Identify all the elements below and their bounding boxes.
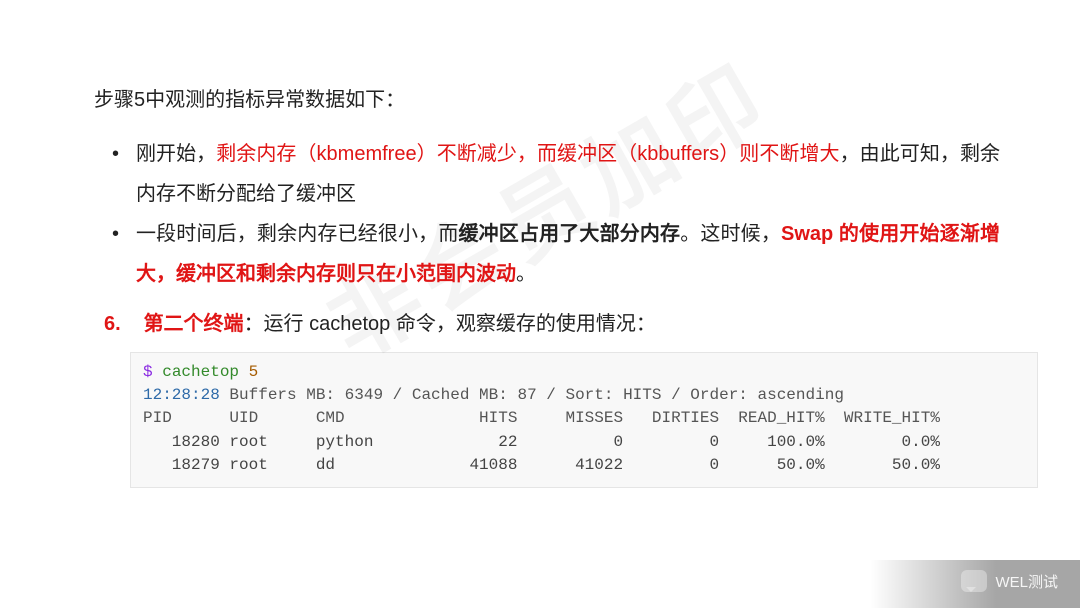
code-statline: Buffers MB: 6349 / Cached MB: 87 / Sort:… bbox=[220, 386, 844, 404]
prompt: $ bbox=[143, 363, 153, 381]
text-run: 剩余内存（kbmemfree）不断减少，而缓冲区（kbbuffers）则不断增大 bbox=[216, 143, 839, 165]
bullet-list: 刚开始，剩余内存（kbmemfree）不断减少，而缓冲区（kbbuffers）则… bbox=[94, 134, 1000, 294]
code-header: PID UID CMD HITS MISSES DIRTIES READ_HIT… bbox=[143, 409, 940, 427]
command-arg: 5 bbox=[249, 363, 259, 381]
code-time: 12:28:28 bbox=[143, 386, 220, 404]
bullet-item: 一段时间后，剩余内存已经很小，而缓冲区占用了大部分内存。这时候，Swap 的使用… bbox=[104, 214, 1000, 294]
step-6-line: 6. 第二个终端：运行 cachetop 命令，观察缓存的使用情况： bbox=[94, 304, 1000, 344]
code-block: $ cachetop 5 12:28:28 Buffers MB: 6349 /… bbox=[130, 352, 1038, 488]
chat-icon bbox=[961, 570, 987, 592]
command-name: cachetop bbox=[162, 363, 239, 381]
document-body: 步骤5中观测的指标异常数据如下： 刚开始，剩余内存（kbmemfree）不断减少… bbox=[0, 0, 1080, 488]
text-run: 刚开始， bbox=[136, 143, 216, 165]
code-row: 18279 root dd 41088 41022 0 50.0% 50.0% bbox=[143, 456, 940, 474]
footer-label: WEL测试 bbox=[995, 571, 1058, 592]
footer: WEL测试 bbox=[961, 570, 1058, 592]
text-run: 。 bbox=[516, 263, 536, 285]
intro-line: 步骤5中观测的指标异常数据如下： bbox=[94, 84, 1000, 116]
text-run: 。这时候， bbox=[680, 223, 781, 245]
code-row: 18280 root python 22 0 0 100.0% 0.0% bbox=[143, 433, 940, 451]
bullet-item: 刚开始，剩余内存（kbmemfree）不断减少，而缓冲区（kbbuffers）则… bbox=[104, 134, 1000, 214]
text-run: 缓冲区占用了大部分内存 bbox=[458, 223, 680, 245]
step-term: 第二个终端 bbox=[144, 313, 244, 335]
text-run: 一段时间后，剩余内存已经很小，而 bbox=[136, 223, 458, 245]
step-number: 6. bbox=[104, 304, 138, 344]
step-rest: ：运行 cachetop 命令，观察缓存的使用情况： bbox=[244, 313, 656, 335]
